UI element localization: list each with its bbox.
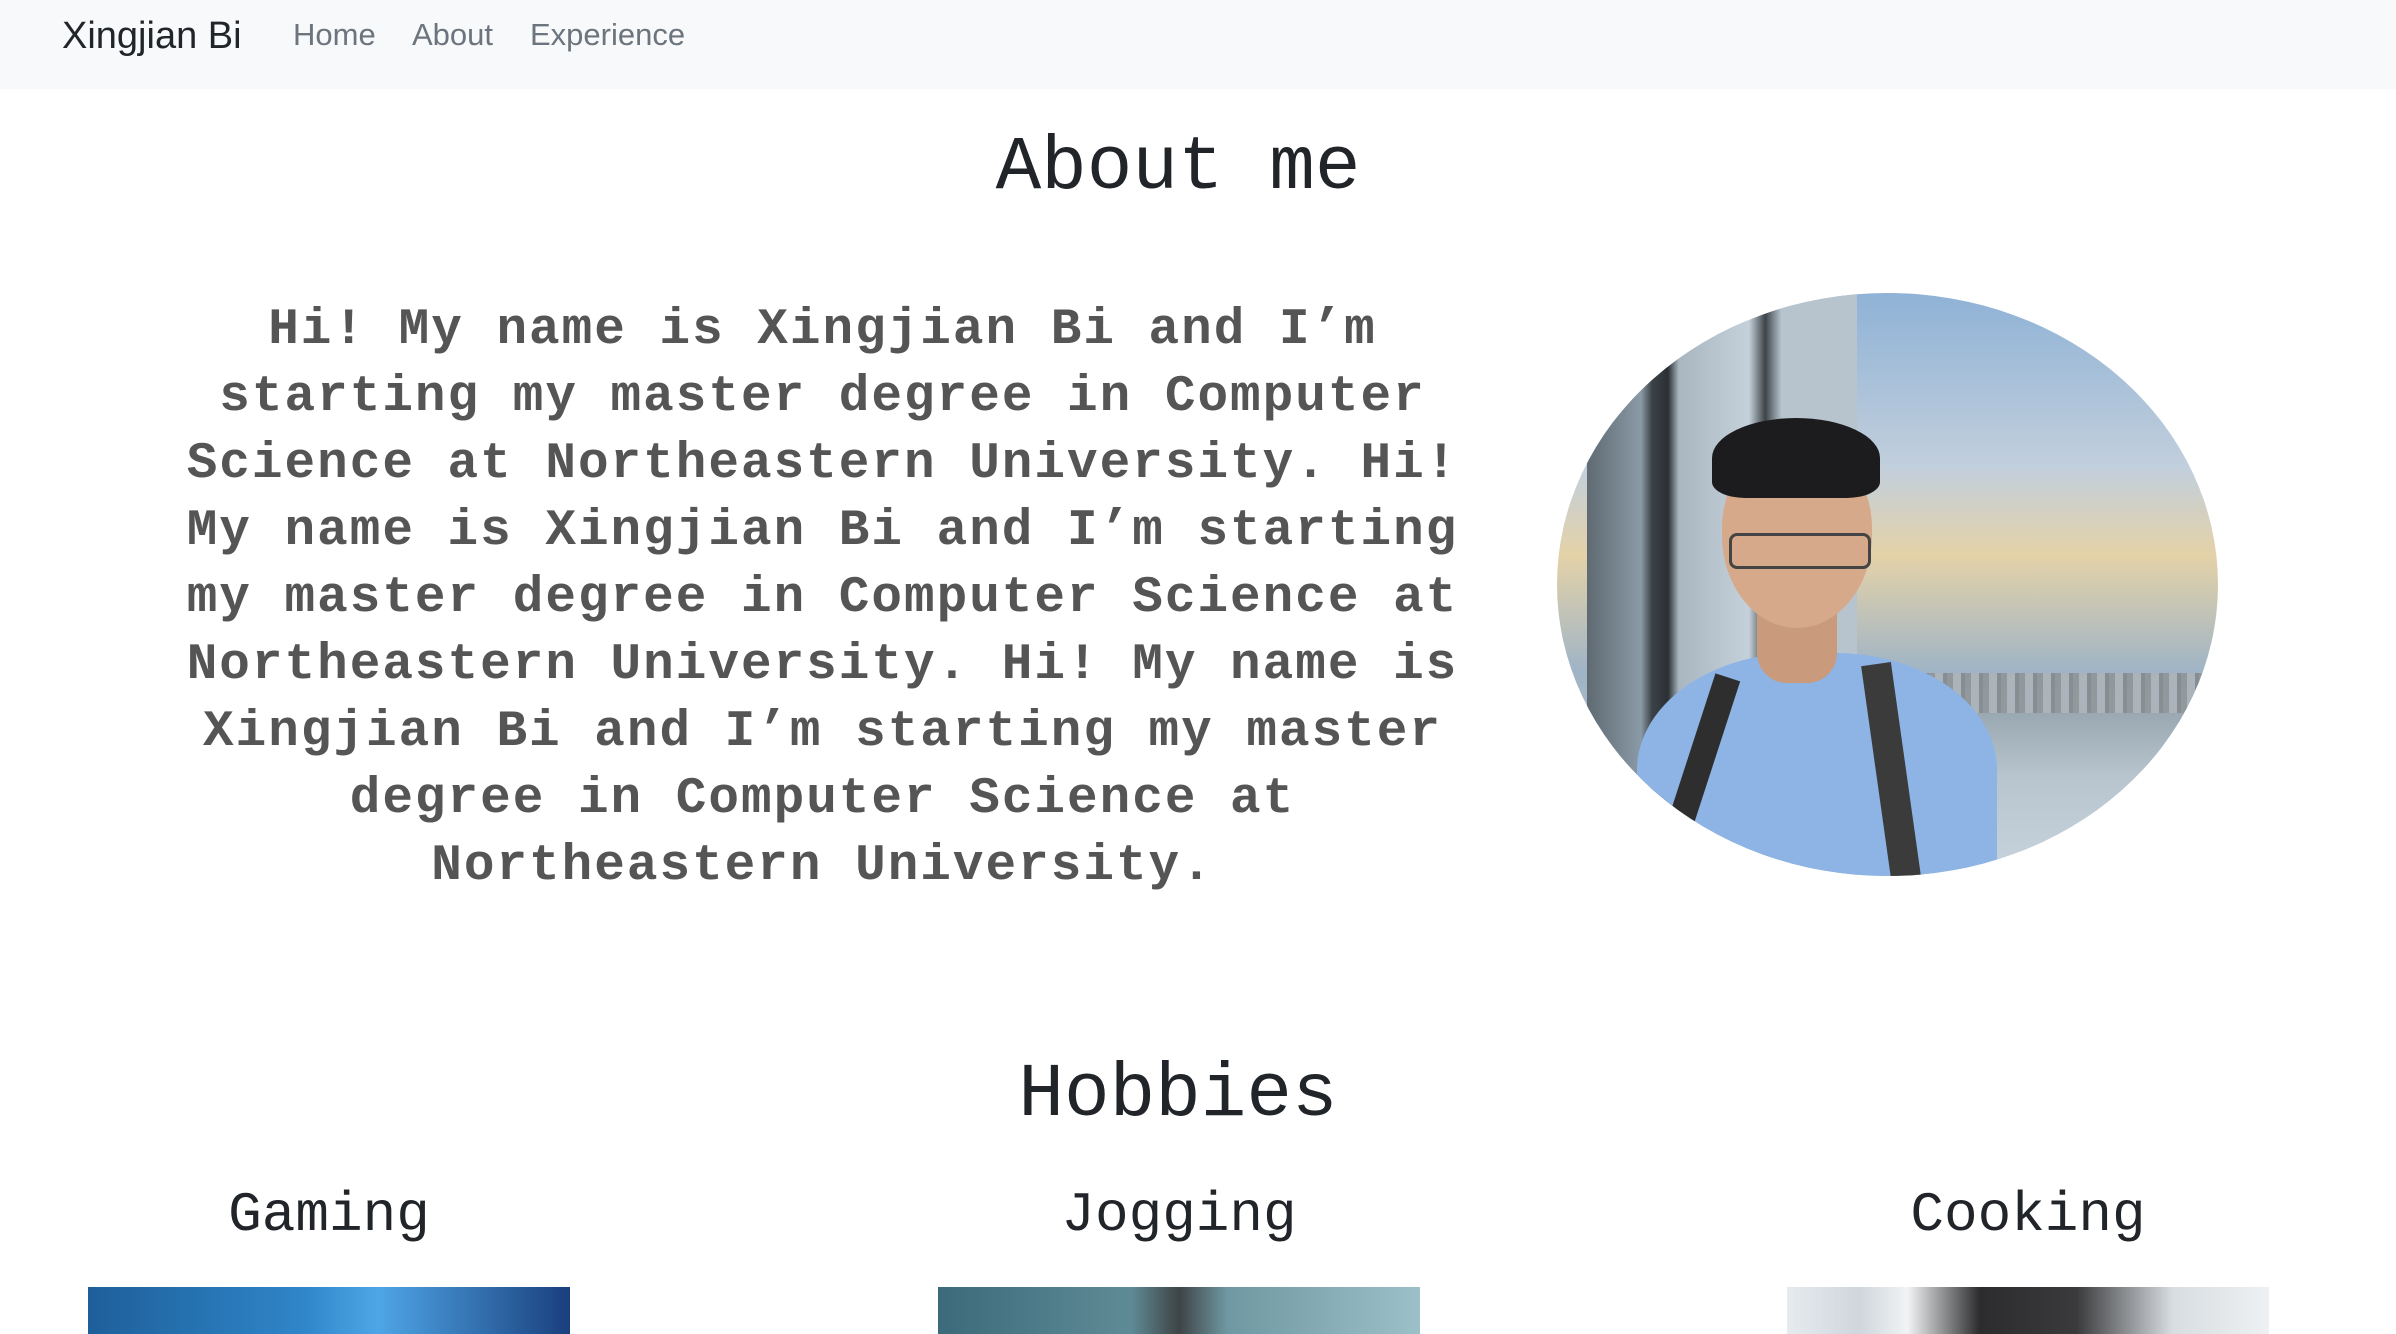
nav-link-experience[interactable]: Experience [530,12,685,58]
about-title: About me [995,125,1361,211]
hobby-card-cooking: Cooking [1787,1170,2269,1334]
hobby-title-jogging: Jogging [1061,1183,1297,1247]
bio-text: Hi! My name is Xingjian Bi and I’m start… [186,302,1459,895]
hobby-card-gaming: Gaming [88,1170,570,1334]
hobby-image-cooking [1787,1287,2269,1334]
brand-link[interactable]: Xingjian Bi [62,10,242,62]
nav-link-about[interactable]: About [412,12,493,58]
hobbies-title: Hobbies [1018,1052,1338,1138]
hobby-title-gaming: Gaming [228,1183,430,1247]
hobby-image-gaming [88,1287,570,1334]
hobby-title-cooking: Cooking [1910,1183,2146,1247]
hobby-card-jogging: Jogging [938,1170,1420,1334]
profile-photo [1557,293,2218,876]
nav-link-home[interactable]: Home [293,12,376,58]
navbar: Xingjian Bi Home About Experience [0,0,2396,89]
hobby-image-jogging [938,1287,1420,1334]
